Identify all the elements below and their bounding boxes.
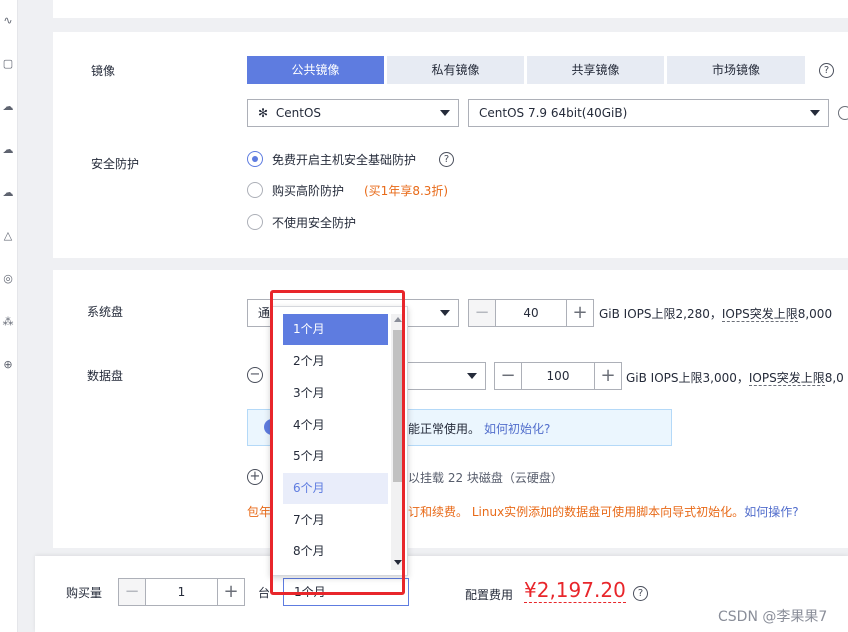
cloud-icon[interactable]: ☁ xyxy=(1,100,15,114)
billing-note-mid: 订和续费。 xyxy=(408,505,469,519)
qty-minus-button[interactable]: − xyxy=(118,578,146,606)
tab-market-image[interactable]: 市场镜像 xyxy=(667,56,805,84)
pyramid-icon[interactable]: △ xyxy=(1,229,15,243)
data-disk-size-input[interactable]: 100 xyxy=(522,362,594,390)
watermark: CSDN @李果果7 xyxy=(718,609,828,625)
cloud-sync-icon[interactable]: ☁ xyxy=(1,186,15,200)
tab-public-image[interactable]: 公共镜像 xyxy=(247,56,384,84)
data-disk-iops-burst-value: 8,0 xyxy=(824,371,844,385)
radio-advanced[interactable] xyxy=(247,182,263,198)
cloud-upload-icon[interactable]: ☁ xyxy=(1,143,15,157)
left-nav-rail: ∿ ▢ ☁ ☁ ☁ △ ◎ ⁂ ⊕ xyxy=(0,0,18,632)
system-disk-label: 系统盘 xyxy=(87,305,124,319)
qty-input[interactable]: 1 xyxy=(146,578,217,606)
system-disk-iops-burst-value: 8,000 xyxy=(797,307,833,321)
billing-note-prefix: 包年 xyxy=(247,505,272,519)
help-icon[interactable]: ? xyxy=(819,63,834,78)
radio-none[interactable] xyxy=(247,214,263,230)
ip-icon[interactable]: ◎ xyxy=(1,272,15,286)
os-select-value: CentOS xyxy=(275,106,322,120)
image-label: 镜像 xyxy=(91,64,116,78)
qty-unit: 台 xyxy=(258,586,271,600)
version-select[interactable]: CentOS 7.9 64bit(40GiB) xyxy=(468,99,829,127)
highlight-box xyxy=(270,290,405,595)
radio-free-basic[interactable] xyxy=(247,151,263,167)
top-panel xyxy=(53,0,848,18)
data-disk-type-select[interactable] xyxy=(396,362,486,390)
data-disk-label: 数据盘 xyxy=(87,369,124,383)
system-disk-size-input[interactable]: 40 xyxy=(496,299,566,327)
system-disk-plus-button[interactable]: + xyxy=(566,299,594,327)
fee-value: ¥2,197.20 xyxy=(524,578,626,603)
help-icon[interactable]: ? xyxy=(633,586,648,601)
data-disk-iops: GiB IOPS上限3,000，IOPS突发上限8,0 xyxy=(626,369,844,386)
help-icon[interactable]: ? xyxy=(439,152,454,167)
fee-label: 配置费用 xyxy=(465,588,514,602)
cluster-icon[interactable]: ⁂ xyxy=(1,315,15,329)
promo-text: (买1年享8.3折) xyxy=(364,184,449,198)
system-disk-iops-burst: IOPS突发上限 xyxy=(721,307,798,322)
billing-note-text: 订和续费。 Linux实例添加的数据盘可使用脚本向导式初始化。如何操作? xyxy=(408,503,799,520)
tab-private-image[interactable]: 私有镜像 xyxy=(387,56,524,84)
data-disk-minus-button[interactable]: − xyxy=(494,362,522,390)
add-disk-icon[interactable]: + xyxy=(247,469,263,485)
option-free-basic-label: 免费开启主机安全基础防护 xyxy=(272,153,417,167)
security-label: 安全防护 xyxy=(91,157,140,171)
remove-data-disk-icon[interactable]: − xyxy=(247,367,263,383)
version-select-value: CentOS 7.9 64bit(40GiB) xyxy=(479,106,628,120)
option-none-label: 不使用安全防护 xyxy=(272,216,357,230)
tab-shared-image[interactable]: 共享镜像 xyxy=(527,56,664,84)
system-disk-minus-button[interactable]: − xyxy=(468,299,496,327)
system-disk-iops-limit: GiB IOPS上限2,280， xyxy=(599,307,722,321)
billing-note-linux: Linux实例添加的数据盘可使用脚本向导式初始化。 xyxy=(471,505,745,519)
fee-amount: ¥2,197.20 xyxy=(524,578,626,603)
option-advanced-label: 购买高阶防护 xyxy=(272,184,345,198)
data-disk-iops-burst: IOPS突发上限 xyxy=(748,371,825,386)
os-select[interactable]: ✻ CentOS xyxy=(247,99,459,127)
server-icon[interactable]: ▢ xyxy=(1,57,15,71)
wave-icon[interactable]: ∿ xyxy=(1,14,15,28)
gear-icon: ✻ xyxy=(258,106,269,120)
info-text: 能正常使用。 xyxy=(408,422,481,436)
data-disk-iops-limit: GiB IOPS上限3,000， xyxy=(626,371,749,385)
system-disk-iops: GiB IOPS上限2,280，IOPS突发上限8,000 xyxy=(599,305,832,322)
add-disk-text: 以挂载 22 块磁盘（云硬盘） xyxy=(408,471,563,485)
globe-icon[interactable]: ⊕ xyxy=(1,358,15,372)
refresh-icon[interactable] xyxy=(838,106,848,120)
purchase-qty-label: 购买量 xyxy=(66,586,103,600)
billing-note-link[interactable]: 如何操作? xyxy=(744,505,798,519)
data-disk-plus-button[interactable]: + xyxy=(594,362,622,390)
qty-plus-button[interactable]: + xyxy=(217,578,245,606)
info-init-link[interactable]: 如何初始化? xyxy=(484,420,550,437)
